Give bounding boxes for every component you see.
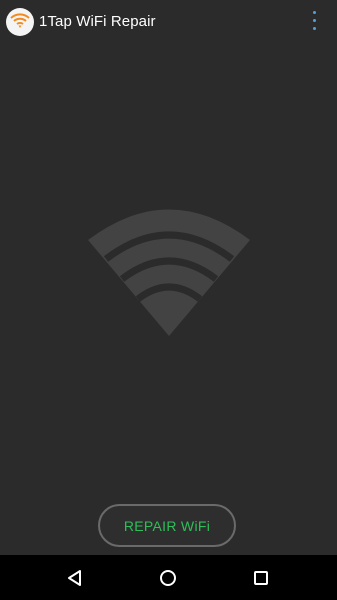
back-triangle-icon[interactable] (64, 567, 86, 589)
app-screen: 1Tap WiFi Repair REPAIR WiFi (0, 0, 337, 600)
home-circle-icon[interactable] (157, 567, 179, 589)
app-bar: 1Tap WiFi Repair (0, 0, 337, 46)
recents-square-icon[interactable] (250, 567, 272, 589)
wifi-app-icon (6, 8, 34, 36)
repair-wifi-button[interactable]: REPAIR WiFi (98, 504, 236, 547)
android-navigation-bar (0, 555, 337, 600)
app-title: 1Tap WiFi Repair (39, 13, 156, 30)
overflow-menu-icon[interactable] (309, 11, 319, 35)
wifi-signal-icon (88, 209, 250, 336)
